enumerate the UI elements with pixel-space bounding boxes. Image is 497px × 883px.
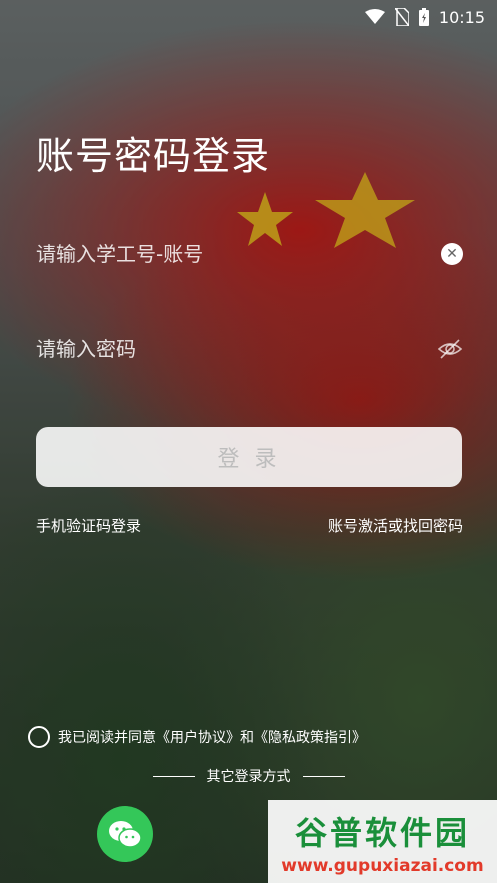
agreement-text[interactable]: 我已阅读并同意《用户协议》和《隐私政策指引》: [58, 727, 366, 747]
wifi-icon: [364, 9, 385, 24]
account-field: ✕: [36, 234, 463, 274]
password-field: [36, 329, 463, 369]
watermark-title: 谷普软件园: [294, 813, 470, 852]
watermark-logo: 谷普软件园 www.gupuxiazai.com: [268, 800, 497, 883]
status-time: 10:15: [438, 7, 485, 27]
status-bar: 10:15: [0, 0, 497, 34]
sms-login-link[interactable]: 手机验证码登录: [36, 515, 141, 536]
divider-line: [302, 775, 345, 777]
activate-recover-link[interactable]: 账号激活或找回密码: [328, 515, 463, 536]
watermark-url: www.gupuxiazai.com: [281, 855, 484, 876]
login-button[interactable]: 登 录: [36, 427, 462, 487]
battery-icon: [418, 8, 429, 26]
other-login-label: 其它登录方式: [206, 769, 291, 785]
agreement-row: 我已阅读并同意《用户协议》和《隐私政策指引》: [28, 726, 366, 748]
password-input[interactable]: [36, 337, 416, 361]
wechat-login-button[interactable]: [97, 806, 153, 862]
other-login-divider: 其它登录方式: [0, 766, 497, 786]
page-title: 账号密码登录: [36, 134, 271, 178]
clear-icon[interactable]: ✕: [441, 243, 463, 265]
login-links: 手机验证码登录 账号激活或找回密码: [36, 515, 463, 536]
divider-line: [152, 775, 195, 777]
wechat-icon: [109, 821, 142, 848]
account-input[interactable]: [36, 242, 416, 266]
eye-hidden-icon[interactable]: [437, 336, 463, 362]
no-sim-icon: [394, 8, 409, 26]
agreement-checkbox[interactable]: [28, 726, 50, 748]
